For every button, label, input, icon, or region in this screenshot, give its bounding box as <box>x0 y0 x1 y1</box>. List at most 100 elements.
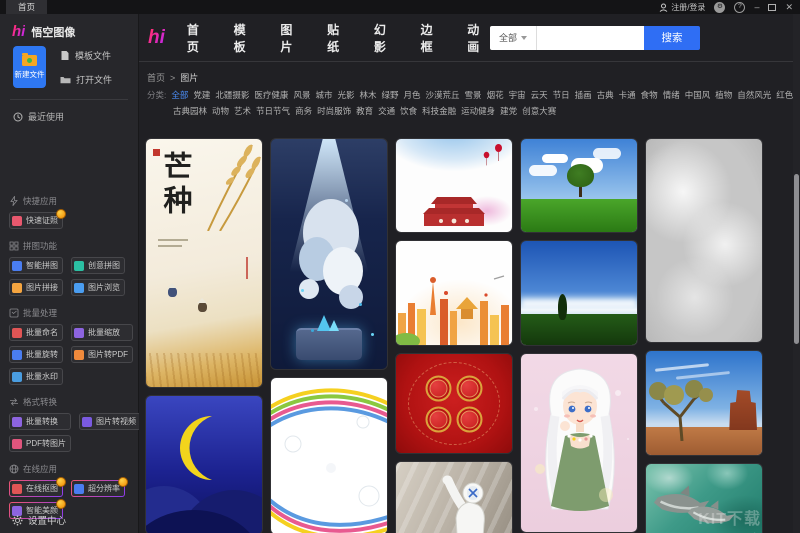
close-button[interactable]: ✕ <box>785 3 793 12</box>
sidebar-item-batch-rotate[interactable]: 批量旋转 <box>9 346 63 363</box>
image-card-tiananmen-watercolor[interactable] <box>395 138 513 233</box>
template-file-button[interactable]: 模板文件 <box>60 49 112 62</box>
sidebar-item-batch-convert[interactable]: 批量转换 <box>9 413 71 430</box>
window-tab-home[interactable]: 首页 <box>6 0 47 14</box>
search-button[interactable]: 搜索 <box>644 26 700 50</box>
nav-tab[interactable]: 边框 <box>421 21 444 55</box>
category-chip[interactable]: 教育 <box>356 105 373 117</box>
category-chip[interactable]: 创意大赛 <box>522 105 556 117</box>
scrollbar[interactable] <box>793 14 800 533</box>
image-card-grunge-texture[interactable] <box>645 138 763 343</box>
category-chip[interactable]: 宇宙 <box>509 89 526 101</box>
category-chip[interactable]: 云天 <box>531 89 548 101</box>
category-chip[interactable]: 医疗健康 <box>254 89 288 101</box>
image-card-rainbow-frame[interactable] <box>270 377 388 533</box>
sidebar-item-batch-rename[interactable]: 批量命名 <box>9 324 63 341</box>
nav-tab[interactable]: 动画 <box>467 21 490 55</box>
card-art <box>396 139 512 232</box>
category-chip[interactable]: 交通 <box>378 105 395 117</box>
category-chip[interactable]: 科技金融 <box>422 105 456 117</box>
category-chip[interactable]: 建党 <box>500 105 517 117</box>
category-chip[interactable]: 饮食 <box>400 105 417 117</box>
sidebar-item-image-browser[interactable]: 图片浏览 <box>71 279 125 296</box>
category-chip[interactable]: 烟花 <box>487 89 504 101</box>
image-card-crescent-moon[interactable] <box>145 395 263 533</box>
image-card-red-medallions[interactable] <box>395 353 513 454</box>
batch-watermark-icon <box>12 372 22 382</box>
category-chip[interactable]: 党建 <box>193 89 210 101</box>
image-card-lone-tree[interactable] <box>520 138 638 233</box>
nav-tab[interactable]: 图片 <box>280 21 303 55</box>
nav-tab[interactable]: 幻影 <box>374 21 397 55</box>
settings-gear-icon[interactable]: ⚙ <box>714 2 725 13</box>
category-chip[interactable]: 插画 <box>575 89 592 101</box>
image-card-desert-rock[interactable] <box>645 350 763 456</box>
category-chip[interactable]: 自然风光 <box>737 89 771 101</box>
sidebar-item-batch-resize[interactable]: 批量缩放 <box>71 324 133 341</box>
scrollbar-thumb[interactable] <box>794 174 799 344</box>
category-chip[interactable]: 艺术 <box>234 105 251 117</box>
category-row-2: 古典园林动物艺术节日节气商务时尚服饰教育交通饮食科技金融运动健身建党创意大赛 <box>147 105 800 117</box>
search-filter-dropdown[interactable]: 全部 <box>490 26 536 50</box>
minimize-button[interactable]: – <box>754 3 759 12</box>
help-icon[interactable]: ? <box>734 2 745 13</box>
sidebar-item-creative-collage[interactable]: 创意拼图 <box>71 257 125 274</box>
sidebar-item-super-resolution[interactable]: 超分辨率 <box>71 480 125 497</box>
category-chip[interactable]: 城市 <box>315 89 332 101</box>
image-card-dolphins[interactable]: KIT下载 net <box>645 463 763 533</box>
category-chip[interactable]: 沙漠荒丘 <box>426 89 460 101</box>
search-input[interactable] <box>537 26 644 50</box>
sidebar-item-online-cutout[interactable]: 在线抠图 <box>9 480 63 497</box>
image-card-girl-illustration[interactable] <box>520 353 638 533</box>
category-chip[interactable]: 月色 <box>404 89 421 101</box>
section-header-online: 在线应用 <box>9 463 138 475</box>
category-chip[interactable]: 节日 <box>553 89 570 101</box>
category-chip[interactable]: 节日节气 <box>256 105 290 117</box>
login-register-link[interactable]: 注册/登录 <box>659 2 705 13</box>
category-chip[interactable]: 运动健身 <box>461 105 495 117</box>
sidebar-item-image-to-pdf[interactable]: 图片转PDF <box>71 346 133 363</box>
category-chip[interactable]: 中国风 <box>685 89 711 101</box>
settings-center-button[interactable]: 设置中心 <box>12 513 66 527</box>
image-card-protective-suit[interactable] <box>395 461 513 533</box>
category-chip[interactable]: 古典 <box>597 89 614 101</box>
sidebar-item-batch-watermark[interactable]: 批量水印 <box>9 368 63 385</box>
category-chip[interactable]: 情绪 <box>663 89 680 101</box>
category-chip[interactable]: 全部 <box>171 89 188 101</box>
category-chip[interactable]: 林木 <box>359 89 376 101</box>
category-chip[interactable]: 商务 <box>295 105 312 117</box>
open-file-button[interactable]: 打开文件 <box>60 73 112 86</box>
image-card-blue-sky-meadow[interactable] <box>520 240 638 346</box>
nav-tab[interactable]: 首页 <box>187 21 210 55</box>
category-chip[interactable]: 卡通 <box>619 89 636 101</box>
sidebar-item-quick-id-photo[interactable]: 快速证照 <box>9 212 63 229</box>
batch-rename-icon <box>12 328 22 338</box>
category-chip[interactable]: 雪景 <box>465 89 482 101</box>
coin-badge <box>56 499 66 509</box>
category-chip[interactable]: 植物 <box>715 89 732 101</box>
sidebar-item-pdf-to-image[interactable]: PDF转图片 <box>9 435 71 452</box>
category-chip[interactable]: 古典园林 <box>173 105 207 117</box>
nav-tab[interactable]: 模板 <box>234 21 257 55</box>
new-file-button[interactable]: 新建文件 <box>13 46 46 88</box>
image-card-city-skyline[interactable] <box>395 240 513 346</box>
recent-files-item[interactable]: 最近使用 <box>13 110 138 123</box>
image-card-mangzhong-poster[interactable]: 芒种 <box>145 138 263 388</box>
category-chip[interactable]: 风景 <box>293 89 310 101</box>
category-chip[interactable]: 北疆摄影 <box>215 89 249 101</box>
category-chip[interactable]: 动物 <box>212 105 229 117</box>
category-chip[interactable]: 时尚服饰 <box>317 105 351 117</box>
category-chip[interactable]: 光影 <box>337 89 354 101</box>
maximize-button[interactable] <box>768 4 776 11</box>
image-card-fantasy-night[interactable] <box>270 138 388 370</box>
category-chip[interactable]: 食物 <box>641 89 658 101</box>
image-to-video-icon <box>82 417 92 427</box>
user-icon <box>659 3 668 12</box>
sidebar-item-image-stitch[interactable]: 图片拼接 <box>9 279 63 296</box>
breadcrumb-home[interactable]: 首页 <box>147 71 165 84</box>
medallion-group <box>426 375 483 432</box>
nav-tab[interactable]: 贴纸 <box>327 21 350 55</box>
sidebar-item-image-to-video[interactable]: 图片转视频 <box>79 413 141 430</box>
category-chip[interactable]: 绿野 <box>382 89 399 101</box>
sidebar-item-smart-collage[interactable]: 智能拼图 <box>9 257 63 274</box>
